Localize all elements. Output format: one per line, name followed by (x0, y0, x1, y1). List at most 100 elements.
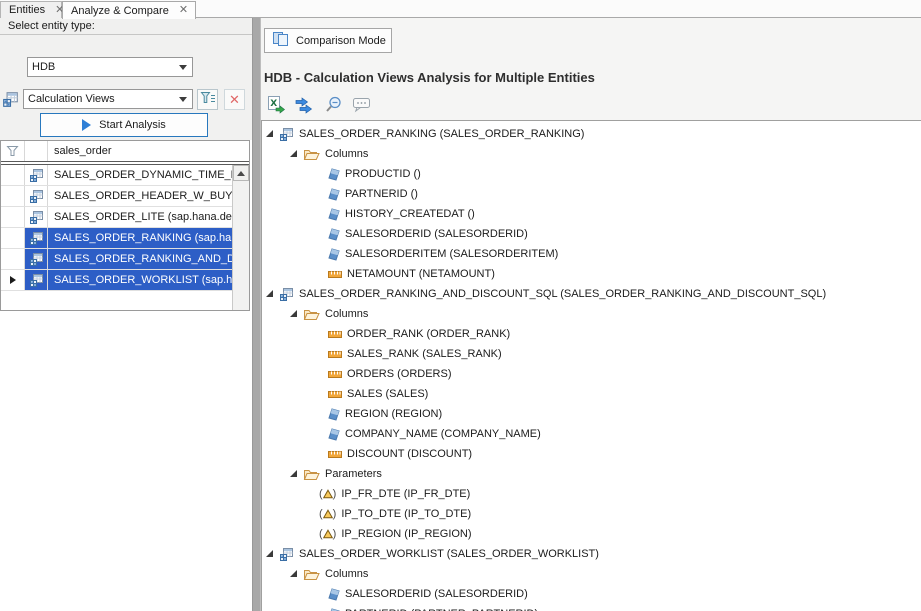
tree-node-label: NETAMOUNT (NETAMOUNT) (347, 268, 495, 280)
measure-column-icon (328, 330, 342, 339)
tab-entities[interactable]: Entities ✕ (0, 1, 62, 18)
entity-name: SALES_ORDER_RANKING (sap.hana. (48, 228, 232, 248)
funnel-icon (1, 141, 25, 161)
entity-row[interactable]: SALES_ORDER_RANKING_AND_DISC (1, 249, 232, 270)
collapse-expander-icon[interactable] (290, 308, 303, 320)
entity-selection-panel: Select entity type: HDB Calculation View… (0, 18, 252, 611)
vertical-scrollbar[interactable] (232, 165, 249, 310)
tree-row[interactable]: PARTNERID (PARTNER_PARTNERID) (262, 604, 921, 611)
play-icon (82, 119, 91, 131)
entity-grid-rows: SALES_ORDER_DYNAMIC_TIME_PERSALES_ORDER_… (1, 165, 232, 310)
entity-row[interactable]: SALES_ORDER_HEADER_W_BUYER ( (1, 186, 232, 207)
tree-node-label: COMPANY_NAME (COMPANY_NAME) (345, 428, 541, 440)
analysis-tree: SALES_ORDER_RANKING (SALES_ORDER_RANKING… (261, 121, 921, 611)
comparison-mode-button[interactable]: Comparison Mode (264, 28, 392, 53)
tree-row[interactable]: ORDER_RANK (ORDER_RANK) (262, 324, 921, 344)
calculation-view-icon (279, 127, 294, 142)
entity-type-combo-value: Calculation Views (28, 93, 115, 105)
attribute-column-icon (328, 428, 340, 441)
comments-icon[interactable] (352, 95, 372, 115)
calculation-view-icon (2, 91, 19, 111)
analysis-header: Comparison Mode HDB - Calculation Views … (261, 18, 921, 121)
tree-row[interactable]: PRODUCTID () (262, 164, 921, 184)
close-icon[interactable]: ✕ (179, 5, 188, 16)
triangle-up-icon (237, 171, 245, 176)
tree-node-label: ORDER_RANK (ORDER_RANK) (347, 328, 510, 340)
collapse-expander-icon[interactable] (290, 148, 303, 160)
attribute-column-icon (328, 188, 340, 201)
scroll-up-button[interactable] (233, 165, 249, 181)
attribute-column-icon (328, 608, 340, 611)
tree-row[interactable]: SALES (SALES) (262, 384, 921, 404)
panel-splitter[interactable] (252, 18, 261, 611)
entity-row[interactable]: SALES_ORDER_RANKING (sap.hana. (1, 228, 232, 249)
current-row-arrow-icon (10, 276, 16, 284)
tree-node-label: SALES_ORDER_WORKLIST (SALES_ORDER_WORKLI… (299, 548, 599, 560)
grid-filter-row[interactable]: sales_order (1, 141, 249, 161)
measure-column-icon (328, 350, 342, 359)
chevron-down-icon (179, 97, 187, 102)
tree-row[interactable]: SALESORDERID (SALESORDERID) (262, 584, 921, 604)
chevron-down-icon (179, 65, 187, 70)
filter-settings-button[interactable] (197, 89, 218, 110)
tree-row[interactable]: Columns (262, 304, 921, 324)
row-gutter (1, 270, 25, 290)
tree-row[interactable]: SALESORDERID (SALESORDERID) (262, 224, 921, 244)
tab-analyze-compare[interactable]: Analyze & Compare ✕ (62, 1, 196, 19)
system-combo[interactable]: HDB (27, 57, 193, 77)
tree-row[interactable]: ()IP_FR_DTE (IP_FR_DTE) (262, 484, 921, 504)
open-folder-icon (303, 468, 320, 481)
tree-row[interactable]: Columns (262, 144, 921, 164)
entity-row[interactable]: SALES_ORDER_LITE (sap.hana.demo (1, 207, 232, 228)
zoom-out-icon[interactable] (323, 95, 343, 115)
tree-row[interactable]: NETAMOUNT (NETAMOUNT) (262, 264, 921, 284)
filter-value[interactable]: sales_order (48, 141, 249, 161)
tree-row[interactable]: PARTNERID () (262, 184, 921, 204)
tree-node-label: HISTORY_CREATEDAT () (345, 208, 475, 220)
tree-row[interactable]: SALESORDERITEM (SALESORDERITEM) (262, 244, 921, 264)
tree-row[interactable]: HISTORY_CREATEDAT () (262, 204, 921, 224)
entity-row[interactable]: SALES_ORDER_DYNAMIC_TIME_PER (1, 165, 232, 186)
entity-name: SALES_ORDER_LITE (sap.hana.demo (48, 207, 232, 227)
clear-filter-button[interactable]: ✕ (224, 89, 245, 110)
panel-header: Select entity type: (0, 18, 252, 35)
entity-name: SALES_ORDER_WORKLIST (sap.hana (48, 270, 232, 290)
entity-type-combo[interactable]: Calculation Views (23, 89, 193, 109)
attribute-column-icon (328, 248, 340, 261)
expand-all-icon[interactable] (294, 95, 314, 115)
calculation-view-icon (25, 228, 48, 248)
start-analysis-button[interactable]: Start Analysis (40, 113, 208, 137)
start-analysis-label: Start Analysis (99, 119, 166, 131)
tree-node-label: PRODUCTID () (345, 168, 421, 180)
input-parameter-icon: () (319, 508, 336, 520)
tree-row[interactable]: SALES_RANK (SALES_RANK) (262, 344, 921, 364)
tree-node-label: SALES_ORDER_RANKING_AND_DISCOUNT_SQL (SA… (299, 288, 826, 300)
tree-node-label: SALES_RANK (SALES_RANK) (347, 348, 502, 360)
tree-row[interactable]: SALES_ORDER_RANKING (SALES_ORDER_RANKING… (262, 124, 921, 144)
tree-row[interactable]: DISCOUNT (DISCOUNT) (262, 444, 921, 464)
calculation-view-icon (279, 287, 294, 302)
row-gutter (1, 249, 25, 269)
collapse-expander-icon[interactable] (290, 468, 303, 480)
collapse-expander-icon[interactable] (266, 288, 279, 300)
tree-node-label: SALES_ORDER_RANKING (SALES_ORDER_RANKING… (299, 128, 584, 140)
tree-row[interactable]: SALES_ORDER_WORKLIST (SALES_ORDER_WORKLI… (262, 544, 921, 564)
row-gutter (1, 186, 25, 206)
export-to-excel-icon[interactable]: X (265, 95, 285, 115)
tree-row[interactable]: ()IP_REGION (IP_REGION) (262, 524, 921, 544)
tree-row[interactable]: ()IP_TO_DTE (IP_TO_DTE) (262, 504, 921, 524)
tree-row[interactable]: SALES_ORDER_RANKING_AND_DISCOUNT_SQL (SA… (262, 284, 921, 304)
tree-row[interactable]: Columns (262, 564, 921, 584)
tree-row[interactable]: REGION (REGION) (262, 404, 921, 424)
collapse-expander-icon[interactable] (266, 548, 279, 560)
collapse-expander-icon[interactable] (290, 568, 303, 580)
analysis-title: HDB - Calculation Views Analysis for Mul… (264, 70, 595, 85)
tab-analyze-compare-label: Analyze & Compare (71, 5, 169, 17)
tree-row[interactable]: ORDERS (ORDERS) (262, 364, 921, 384)
attribute-column-icon (328, 408, 340, 421)
calculation-view-icon (25, 165, 48, 185)
tree-row[interactable]: COMPANY_NAME (COMPANY_NAME) (262, 424, 921, 444)
collapse-expander-icon[interactable] (266, 128, 279, 140)
entity-row[interactable]: SALES_ORDER_WORKLIST (sap.hana (1, 270, 232, 291)
tree-row[interactable]: Parameters (262, 464, 921, 484)
